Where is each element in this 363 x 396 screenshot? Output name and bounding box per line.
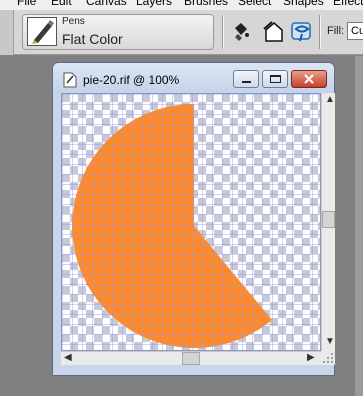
menu-bar: File Edit Canvas Layers Brushes Select S… [0, 0, 363, 10]
toolbar-separator [319, 15, 321, 49]
brush-variant-label: Flat Color [62, 31, 123, 47]
lasso-icon[interactable] [290, 20, 314, 44]
paint-bucket-icon[interactable] [229, 20, 253, 44]
document-title: pie-20.rif @ 100% [83, 73, 180, 87]
right-panel-edge [355, 56, 363, 396]
scroll-up-icon[interactable]: ▲ [325, 95, 335, 105]
close-icon[interactable] [291, 70, 327, 88]
scroll-down-icon[interactable]: ▼ [325, 337, 335, 347]
menu-layers[interactable]: Layers [136, 0, 172, 8]
pen-tool-icon[interactable] [27, 17, 57, 46]
menu-effects[interactable]: Effects [333, 0, 363, 8]
document-window: pie-20.rif @ 100% ▲ ▼ ◀ ▶ [52, 62, 335, 376]
grid-overlay [62, 94, 320, 350]
menu-select[interactable]: Select [238, 0, 271, 8]
fill-type-dropdown[interactable]: Cu [347, 22, 363, 40]
toolbar-separator [222, 15, 224, 49]
menu-canvas[interactable]: Canvas [86, 0, 127, 8]
fill-shape-icon[interactable] [262, 20, 286, 44]
document-icon [63, 72, 77, 88]
maximize-icon[interactable] [262, 70, 288, 88]
document-title-bar[interactable]: pie-20.rif @ 100% [53, 63, 334, 93]
vertical-scrollbar[interactable]: ▲ ▼ [321, 93, 335, 351]
horizontal-scroll-thumb[interactable] [182, 352, 200, 365]
scroll-right-icon[interactable]: ▶ [307, 353, 315, 363]
horizontal-scrollbar[interactable]: ◀ ▶ [61, 351, 321, 365]
toolbox-edge [0, 10, 14, 55]
menu-brushes[interactable]: Brushes [184, 0, 228, 8]
scroll-left-icon[interactable]: ◀ [64, 353, 72, 363]
menu-edit[interactable]: Edit [51, 0, 72, 8]
vertical-scroll-thumb[interactable] [322, 211, 335, 228]
canvas[interactable] [61, 93, 321, 351]
menu-shapes[interactable]: Shapes [283, 0, 324, 8]
menu-file[interactable]: File [17, 0, 36, 8]
resize-grip-icon[interactable] [321, 351, 335, 365]
brush-category-label: Pens [62, 16, 85, 27]
minimize-icon[interactable] [233, 70, 259, 88]
fill-label: Fill: [327, 25, 345, 37]
